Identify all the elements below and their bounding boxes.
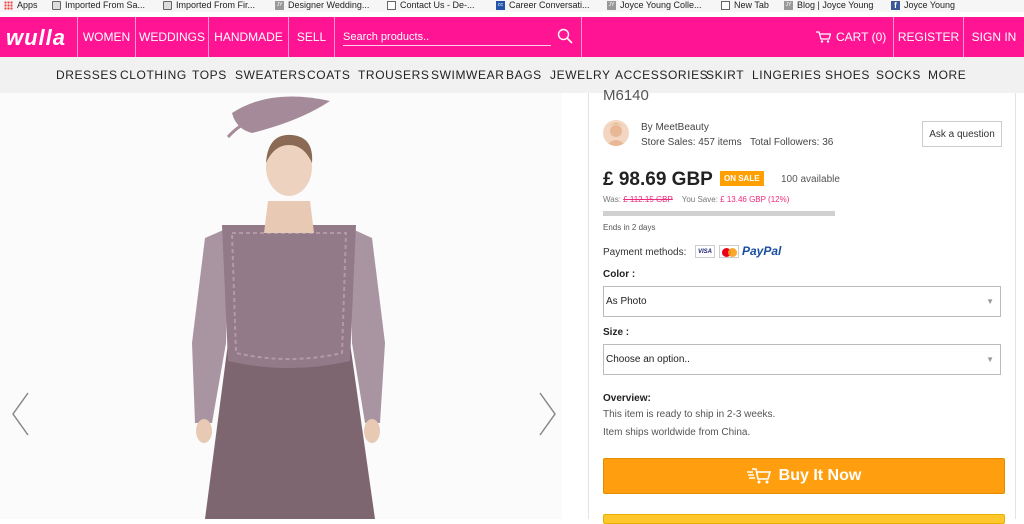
category-jewelry[interactable]: JEWELRY [550, 57, 611, 93]
page-icon [721, 0, 730, 10]
paypal-icon: PayPal [742, 244, 782, 258]
jy-icon: JY [275, 0, 284, 10]
overview-line: This item is ready to ship in 2-3 weeks. [603, 409, 776, 420]
availability-text: 100 available [781, 174, 840, 185]
buy-it-now-button[interactable]: Buy It Now [603, 458, 1005, 494]
cart-icon [816, 31, 831, 43]
category-more[interactable]: MORE [928, 57, 966, 93]
category-swimwear[interactable]: SWIMWEAR [431, 57, 504, 93]
bookmark-item[interactable]: cc Career Conversati... [496, 0, 590, 11]
bookmark-item[interactable]: Contact Us - De-... [387, 0, 475, 11]
category-dresses[interactable]: DRESSES [56, 57, 118, 93]
next-arrow-icon[interactable] [538, 391, 558, 437]
size-label: Size : [603, 327, 630, 338]
size-select[interactable]: Choose an option.. ▼ [603, 344, 1001, 375]
jy-icon: JY [784, 0, 793, 10]
bookmark-item[interactable]: JY Joyce Young Colle... [607, 0, 702, 11]
bookmarks-bar: Apps Imported From Sa... Imported From F… [0, 0, 1024, 12]
product-price: £ 98.69 GBP [603, 169, 713, 190]
color-select[interactable]: As Photo ▼ [603, 286, 1001, 317]
product-sku: M6140 [603, 87, 649, 104]
folder-icon [163, 0, 172, 10]
bookmark-apps[interactable]: Apps [4, 0, 38, 11]
seller-line: By MeetBeauty [641, 122, 709, 133]
bookmark-item[interactable]: Imported From Sa... [52, 0, 145, 11]
cart-icon [746, 468, 771, 484]
bookmark-item[interactable]: f Joyce Young [891, 0, 955, 11]
visa-icon: VISA [695, 245, 715, 258]
category-tops[interactable]: TOPS [192, 57, 227, 93]
category-socks[interactable]: SOCKS [876, 57, 921, 93]
page-icon [387, 0, 396, 10]
cart-button[interactable]: CART (0) [816, 17, 892, 57]
category-coats[interactable]: COATS [307, 57, 350, 93]
folder-icon [52, 0, 61, 10]
was-price: £ 112.15 GBP [623, 195, 673, 204]
bookmark-item[interactable]: JY Blog | Joyce Young [784, 0, 873, 11]
sale-progress-bar [603, 211, 835, 216]
nav-weddings[interactable]: WEDDINGS [135, 17, 208, 57]
register-link[interactable]: REGISTER [893, 17, 963, 57]
chevron-down-icon: ▼ [986, 355, 994, 364]
cart-label: CART (0) [836, 30, 887, 44]
top-navbar: wulla WOMEN WEDDINGS HANDMADE SELL CART … [0, 17, 1024, 57]
seller-name-link[interactable]: MeetBeauty [655, 122, 708, 133]
size-select-value: Choose an option.. [606, 354, 690, 365]
color-select-value: As Photo [606, 296, 647, 307]
bookmark-item[interactable]: JY Designer Wedding... [275, 0, 369, 11]
sale-ends-text: Ends in 2 days [603, 223, 656, 232]
search-box [334, 17, 582, 57]
category-skirt[interactable]: SKIRT [706, 57, 744, 93]
overview-line: Item ships worldwide from China. [603, 427, 751, 438]
category-bar: DRESSES CLOTHING TOPS SWEATERS COATS TRO… [0, 57, 1024, 93]
chevron-down-icon: ▼ [986, 297, 994, 306]
category-lingeries[interactable]: LINGERIES [752, 57, 821, 93]
color-label: Color : [603, 269, 636, 280]
save-amount: £ 13.46 GBP (12%) [720, 195, 790, 204]
ask-question-button[interactable]: Ask a question [922, 121, 1002, 147]
nav-women[interactable]: WOMEN [77, 17, 135, 57]
career-icon: cc [496, 0, 505, 10]
nav-sell[interactable]: SELL [288, 17, 334, 57]
secondary-action-button[interactable] [603, 514, 1005, 524]
store-sales: Store Sales: 457 items [641, 137, 742, 148]
seller-avatar[interactable] [603, 120, 629, 146]
mastercard-icon [719, 245, 739, 258]
category-shoes[interactable]: SHOES [825, 57, 870, 93]
search-input[interactable] [343, 28, 551, 46]
seller-stats: Store Sales: 457 items Total Followers: … [641, 137, 833, 148]
site-logo[interactable]: wulla [6, 25, 66, 51]
nav-handmade[interactable]: HANDMADE [208, 17, 288, 57]
product-image [192, 96, 385, 519]
price-details: Was: £ 112.15 GBP You Save: £ 13.46 GBP … [603, 195, 790, 204]
previous-arrow-icon[interactable] [10, 391, 30, 437]
facebook-icon: f [891, 0, 900, 10]
bookmark-item[interactable]: Imported From Fir... [163, 0, 255, 11]
product-panel: M6140 By MeetBeauty Store Sales: 457 ite… [588, 87, 1016, 524]
total-followers: Total Followers: 36 [749, 137, 834, 148]
overview-title: Overview: [603, 393, 651, 404]
category-clothing[interactable]: CLOTHING [120, 57, 187, 93]
avatar-image [606, 123, 626, 146]
search-icon[interactable] [557, 28, 573, 44]
payment-methods-label: Payment methods: [603, 247, 687, 258]
category-trousers[interactable]: TROUSERS [358, 57, 429, 93]
signin-link[interactable]: SIGN IN [963, 17, 1024, 57]
jy-icon: JY [607, 0, 616, 10]
category-sweaters[interactable]: SWEATERS [235, 57, 306, 93]
on-sale-badge: ON SALE [720, 171, 764, 186]
category-bags[interactable]: BAGS [506, 57, 542, 93]
product-gallery [0, 93, 562, 519]
apps-icon [4, 0, 13, 10]
buy-it-now-label: Buy It Now [778, 467, 862, 484]
bookmark-item[interactable]: New Tab [721, 0, 769, 11]
